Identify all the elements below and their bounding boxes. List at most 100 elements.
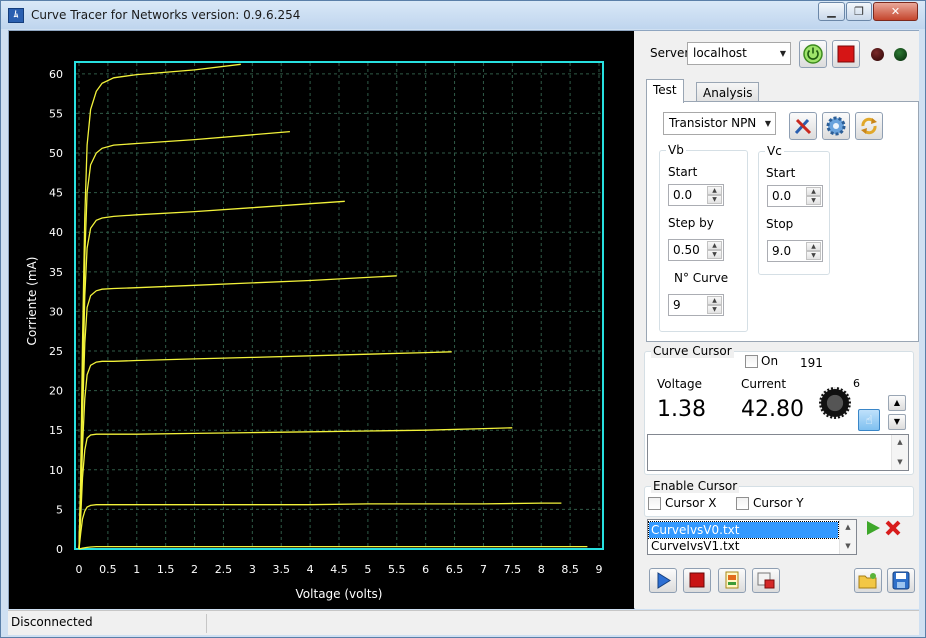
curve-chart: 051015202530354045505560 0 0.5 1 1.5 2 2.5 3 3.… xyxy=(25,61,604,601)
server-select[interactable]: localhost ▼ xyxy=(687,42,791,65)
grid xyxy=(76,63,602,550)
delete-icon xyxy=(885,520,901,536)
chevron-down-icon: ▼ xyxy=(779,49,786,58)
cursor-up-button[interactable]: ▲ xyxy=(888,395,906,411)
cursor-knob[interactable] xyxy=(819,387,851,419)
stop-button[interactable] xyxy=(683,568,711,593)
scroll-down-icon[interactable]: ▼ xyxy=(892,455,908,470)
file-list-item[interactable]: CurveIvsV0.txt xyxy=(648,521,839,539)
x-tick-label: 7.5 xyxy=(504,563,522,576)
spin-up-icon[interactable]: ▲ xyxy=(707,241,722,250)
vc-start-input[interactable]: 0.0 ▲ ▼ xyxy=(767,185,823,207)
device-select[interactable]: Transistor NPN ▼ xyxy=(663,112,776,135)
app-window: ﾑ Curve Tracer for Networks version: 0.9… xyxy=(0,0,926,638)
folder-icon xyxy=(858,573,877,589)
scroll-down-icon[interactable]: ▼ xyxy=(840,539,856,554)
export-button[interactable] xyxy=(718,568,746,593)
voltage-label: Voltage xyxy=(657,377,703,391)
curve-series-line xyxy=(78,275,397,550)
spin-up-icon[interactable]: ▲ xyxy=(806,242,821,251)
x-tick-label: 5 xyxy=(364,563,371,576)
cursor-x-label: Cursor X xyxy=(665,496,717,510)
print-icon xyxy=(757,572,775,589)
vb-step-value: 0.50 xyxy=(673,243,700,257)
series-group xyxy=(78,63,588,550)
vc-title: Vc xyxy=(765,144,784,158)
settings-button[interactable] xyxy=(822,112,850,140)
scroll-up-icon[interactable]: ▲ xyxy=(892,435,908,450)
load-file-button[interactable] xyxy=(864,519,882,540)
control-panel: Server: localhost ▼ Test Analysis Transi… xyxy=(635,31,919,609)
open-folder-button[interactable] xyxy=(854,568,882,593)
tab-test[interactable]: Test xyxy=(646,79,684,103)
y-tick-label: 0 xyxy=(56,543,63,556)
x-tick-label: 3 xyxy=(249,563,256,576)
vb-start-input[interactable]: 0.0 ▲ ▼ xyxy=(668,184,724,206)
file-list-item[interactable]: CurveIvsV1.txt xyxy=(649,538,838,554)
enable-cursor-group: Enable Cursor Cursor X Cursor Y xyxy=(644,479,914,517)
cursor-notes-textarea[interactable]: ▲ ▼ xyxy=(647,434,909,471)
spin-down-icon[interactable]: ▼ xyxy=(707,195,722,204)
cursor-jump-button[interactable]: ☝ xyxy=(858,409,880,431)
spin-down-icon[interactable]: ▼ xyxy=(707,305,722,314)
stop-server-button[interactable] xyxy=(832,40,860,68)
client-area: 0 5 10 15 20 25 30 35 40 45 50 55 60 0 0.5 1 1.5 2 2.5 3 3.… xyxy=(8,30,919,609)
notes-scrollbar[interactable]: ▲ ▼ xyxy=(891,435,908,470)
file-list-scrollbar[interactable]: ▲ ▼ xyxy=(839,520,856,554)
spin-up-icon[interactable]: ▲ xyxy=(707,186,722,195)
chevron-down-icon: ▼ xyxy=(764,119,771,128)
vb-step-label: Step by xyxy=(668,216,714,230)
close-button[interactable]: ✕ xyxy=(873,2,918,21)
cursor-y-label: Cursor Y xyxy=(753,496,804,510)
status-divider xyxy=(206,614,207,633)
cursor-x-checkbox[interactable] xyxy=(648,497,661,510)
curve-cursor-group: Curve Cursor On 191 Voltage Current 1.38… xyxy=(644,344,914,475)
print-button[interactable] xyxy=(752,568,780,593)
cursor-on-checkbox[interactable] xyxy=(745,355,758,368)
vc-stop-input[interactable]: 9.0 ▲ ▼ xyxy=(767,240,823,262)
tools-button[interactable] xyxy=(789,112,817,140)
vb-group: Vb Start 0.0 ▲ ▼ Step by 0.50 ▲ ▼ N° Curve… xyxy=(659,143,748,332)
y-tick-label: 40 xyxy=(49,226,63,239)
spin-down-icon[interactable]: ▼ xyxy=(806,251,821,260)
cursor-down-button[interactable]: ▼ xyxy=(888,414,906,430)
window-title: Curve Tracer for Networks version: 0.9.6… xyxy=(31,8,301,22)
cursor-on-label: On xyxy=(761,354,779,368)
minimize-button[interactable]: ▁ xyxy=(818,2,845,21)
spin-down-icon[interactable]: ▼ xyxy=(806,196,821,205)
x-tick-label: 2.5 xyxy=(215,563,233,576)
x-tick-label: 9 xyxy=(596,563,603,576)
maximize-button[interactable]: ❐ xyxy=(846,2,872,21)
device-value: Transistor NPN xyxy=(669,116,757,130)
vc-group: Vc Start 0.0 ▲ ▼ Stop 9.0 ▲ ▼ xyxy=(758,144,830,275)
spin-up-icon[interactable]: ▲ xyxy=(806,187,821,196)
server-value: localhost xyxy=(693,46,747,60)
file-list[interactable]: CurveIvsV0.txt CurveIvsV1.txt ▲ ▼ xyxy=(647,519,857,555)
stop-icon xyxy=(689,572,705,588)
spin-down-icon[interactable]: ▼ xyxy=(707,250,722,259)
cursor-y-checkbox[interactable] xyxy=(736,497,749,510)
x-tick-label: 1 xyxy=(133,563,140,576)
x-tick-label: 1.5 xyxy=(157,563,175,576)
curve-plot[interactable]: 0 5 10 15 20 25 30 35 40 45 50 55 60 0 0.5 1 1.5 2 2.5 3 3.… xyxy=(9,31,634,609)
refresh-button[interactable] xyxy=(855,112,883,140)
enable-cursor-title: Enable Cursor xyxy=(651,479,740,493)
y-tick-label: 30 xyxy=(49,305,63,318)
x-tick-label: 6.5 xyxy=(446,563,464,576)
y-tick-label: 50 xyxy=(49,147,63,160)
delete-file-button[interactable] xyxy=(884,519,902,540)
save-button[interactable] xyxy=(887,568,915,593)
curve-series-line xyxy=(78,200,345,550)
title-bar[interactable]: ﾑ Curve Tracer for Networks version: 0.9… xyxy=(1,1,925,29)
scroll-up-icon[interactable]: ▲ xyxy=(840,520,856,535)
curve-series-line xyxy=(78,427,513,550)
vc-stop-value: 9.0 xyxy=(772,244,792,258)
voltage-value: 1.38 xyxy=(657,397,706,422)
start-button[interactable] xyxy=(649,568,677,593)
connect-button[interactable] xyxy=(799,40,827,68)
vb-step-input[interactable]: 0.50 ▲ ▼ xyxy=(668,239,724,261)
spin-up-icon[interactable]: ▲ xyxy=(707,296,722,305)
vb-ncurve-input[interactable]: 9 ▲ ▼ xyxy=(668,294,724,316)
arrow-up-icon: ▲ xyxy=(893,398,901,407)
status-text: Disconnected xyxy=(11,615,93,629)
